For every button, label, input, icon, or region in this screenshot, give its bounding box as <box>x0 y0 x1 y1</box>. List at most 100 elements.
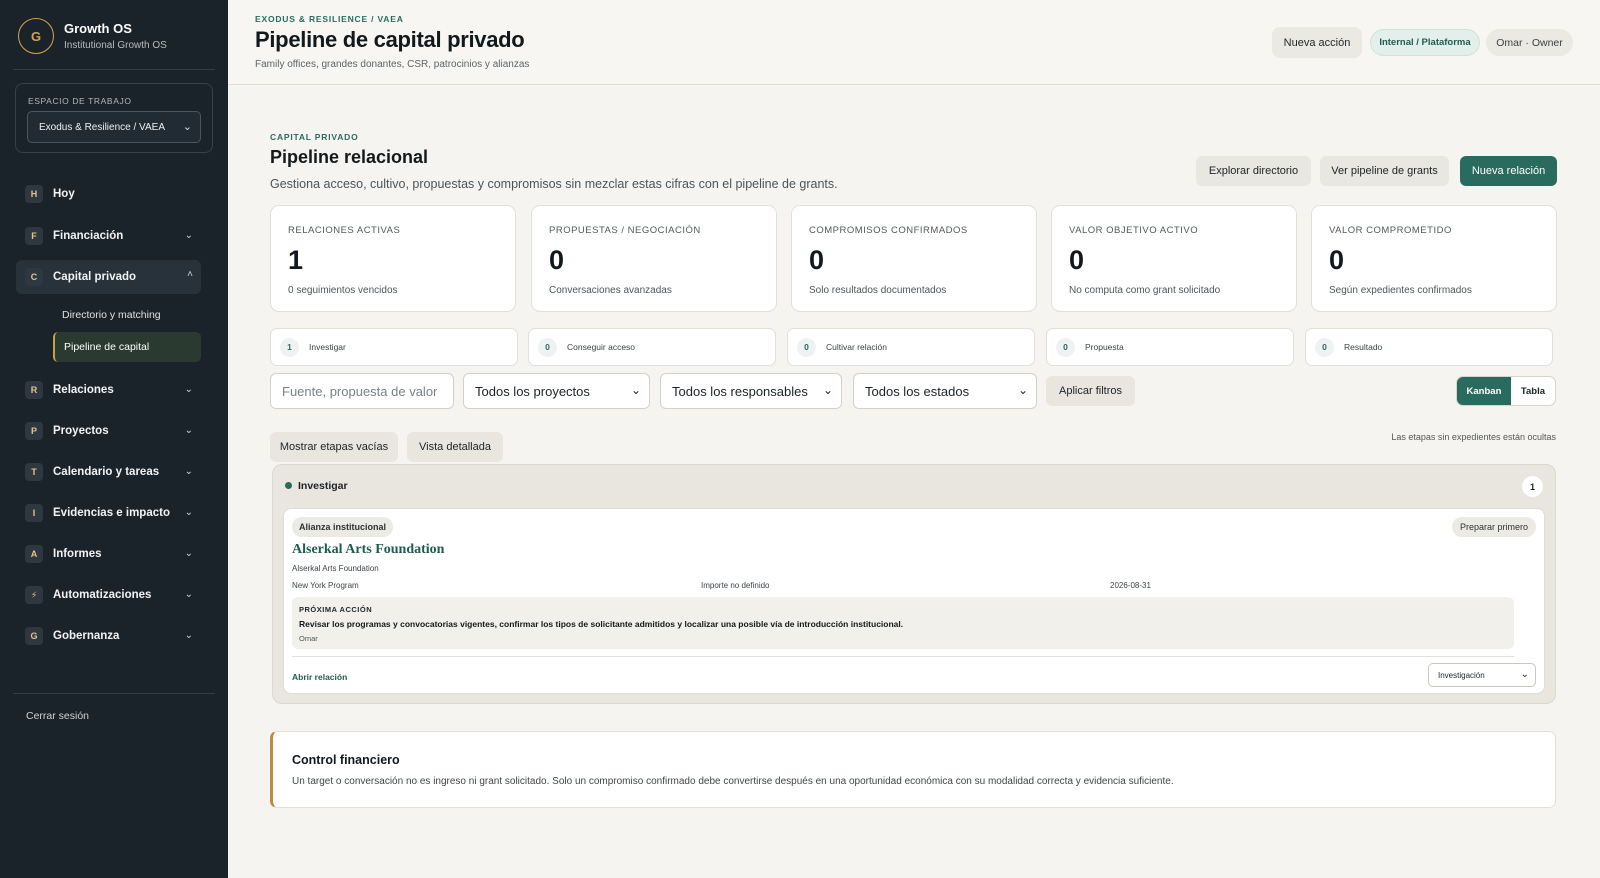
nav-item-automatizaciones[interactable]: ⚡ Automatizaciones ⌄ <box>16 578 201 612</box>
nav-badge-icon: F <box>25 227 43 245</box>
section-description: Gestiona acceso, cultivo, propuestas y c… <box>270 177 838 191</box>
relation-type-badge: Alianza institucional <box>292 517 394 537</box>
brand-name: Growth OS <box>64 21 132 36</box>
nav-item-proyectos[interactable]: P Proyectos ⌄ <box>16 414 201 448</box>
stage-name: Investigar <box>309 342 346 352</box>
section-eyebrow: CAPITAL PRIVADO <box>270 132 359 142</box>
page-header: EXODUS & RESILIENCE / VAEA Pipeline de c… <box>228 0 1600 85</box>
subnav-pipeline-capital[interactable]: Pipeline de capital <box>53 332 201 362</box>
chevron-down-icon: ⌄ <box>184 589 193 600</box>
brand-subtitle: Institutional Growth OS <box>64 40 167 51</box>
chevron-down-icon: ⌄ <box>1520 669 1529 680</box>
stage-select-value: Investigación <box>1438 670 1485 680</box>
stage-chip-propuesta[interactable]: 0 Propuesta <box>1046 328 1294 366</box>
show-empty-stages-button[interactable]: Mostrar etapas vacías <box>270 432 398 462</box>
search-input[interactable]: Fuente, propuesta de valor <box>270 373 454 409</box>
kpi-card: COMPROMISOS CONFIRMADOS 0 Solo resultado… <box>791 205 1037 312</box>
column-count-badge: 1 <box>1522 476 1543 497</box>
subnav-directorio[interactable]: Directorio y matching <box>53 300 201 330</box>
page-subtitle: Family offices, grandes donantes, CSR, p… <box>255 59 530 70</box>
nav-badge-icon: T <box>25 463 43 481</box>
chevron-up-icon: ˄ <box>187 269 193 280</box>
kpi-card: VALOR COMPROMETIDO 0 Según expedientes c… <box>1311 205 1557 312</box>
sidebar-divider <box>13 693 215 694</box>
column-title: Investigar <box>298 480 348 492</box>
nav-label: Financiación <box>53 230 124 242</box>
brand-logo: G <box>18 18 54 54</box>
kpi-value: 0 <box>809 245 825 275</box>
stage-chip-investigar[interactable]: 1 Investigar <box>270 328 518 366</box>
states-select[interactable]: Todos los estados ⌄ <box>853 373 1037 409</box>
user-menu[interactable]: Omar · Owner <box>1486 29 1573 56</box>
detailed-view-button[interactable]: Vista detallada <box>407 432 503 462</box>
chevron-down-icon: ⌄ <box>184 466 193 477</box>
lightning-icon: ⚡ <box>25 586 43 604</box>
nav-item-relaciones[interactable]: R Relaciones ⌄ <box>16 373 201 407</box>
next-action-label: PRÓXIMA ACCIÓN <box>299 605 373 614</box>
relation-title[interactable]: Alserkal Arts Foundation <box>292 542 444 558</box>
chevron-down-icon: ⌄ <box>184 425 193 436</box>
chevron-down-icon: ⌄ <box>630 383 641 397</box>
nav-label: Gobernanza <box>53 630 120 642</box>
grants-pipeline-button[interactable]: Ver pipeline de grants <box>1320 156 1449 186</box>
kpi-value: 0 <box>1069 245 1085 275</box>
workspace-select[interactable]: Exodus & Resilience / VAEA ⌄ <box>27 111 201 143</box>
chevron-down-icon: ⌄ <box>184 507 193 518</box>
kpi-label: VALOR COMPROMETIDO <box>1329 225 1452 236</box>
notice-text: Un target o conversación no es ingreso n… <box>292 776 1174 787</box>
kpi-note: Solo resultados documentados <box>809 285 947 296</box>
nav-item-gobernanza[interactable]: G Gobernanza ⌄ <box>16 619 201 653</box>
relation-program: New York Program <box>292 581 359 590</box>
scope-badge[interactable]: Internal / Plataforma <box>1370 29 1480 56</box>
notice-title: Control financiero <box>292 753 400 767</box>
new-action-button[interactable]: Nueva acción <box>1272 27 1362 58</box>
relation-card[interactable]: Alianza institucional Preparar primero A… <box>283 508 1545 694</box>
stage-count: 0 <box>1056 337 1075 357</box>
kpi-value: 0 <box>1329 245 1345 275</box>
stage-name: Propuesta <box>1085 342 1124 352</box>
nav-item-hoy[interactable]: H Hoy <box>16 177 201 211</box>
kpi-note: No computa como grant solicitado <box>1069 285 1221 296</box>
next-action-owner: Omar <box>299 634 318 643</box>
kanban-toggle[interactable]: Kanban <box>1457 377 1511 405</box>
projects-select[interactable]: Todos los proyectos ⌄ <box>463 373 650 409</box>
explore-directory-button[interactable]: Explorar directorio <box>1196 156 1311 186</box>
owners-select[interactable]: Todos los responsables ⌄ <box>660 373 842 409</box>
section-title: Pipeline relacional <box>270 147 429 167</box>
stage-chip-resultado[interactable]: 0 Resultado <box>1305 328 1553 366</box>
nav-item-informes[interactable]: A Informes ⌄ <box>16 537 201 571</box>
page-title: Pipeline de capital privado <box>255 27 525 52</box>
apply-filters-button[interactable]: Aplicar filtros <box>1046 376 1135 406</box>
card-divider <box>292 656 1514 657</box>
nav-item-evidencias[interactable]: I Evidencias e impacto ⌄ <box>16 496 201 530</box>
chevron-down-icon: ⌄ <box>184 630 193 641</box>
projects-select-value: Todos los proyectos <box>475 383 590 399</box>
states-select-value: Todos los estados <box>865 383 970 399</box>
sidebar-divider <box>13 69 215 70</box>
brand[interactable]: G Growth OS Institutional Growth OS <box>18 18 167 54</box>
nav-badge-icon: A <box>25 545 43 563</box>
nav-badge-icon: G <box>25 627 43 645</box>
main-content: CAPITAL PRIVADO Pipeline relacional Gest… <box>228 85 1600 878</box>
view-toggle: Kanban Tabla <box>1456 376 1556 406</box>
logout-link[interactable]: Cerrar sesión <box>26 710 89 722</box>
stage-chip-acceso[interactable]: 0 Conseguir acceso <box>528 328 776 366</box>
nav-badge-icon: P <box>25 422 43 440</box>
nav-item-capital-privado[interactable]: C Capital privado ˄ <box>16 260 201 294</box>
nav-label: Proyectos <box>53 425 109 437</box>
chevron-down-icon: ⌄ <box>822 383 833 397</box>
stage-chip-cultivar[interactable]: 0 Cultivar relación <box>787 328 1035 366</box>
open-relation-link[interactable]: Abrir relación <box>292 672 347 682</box>
kanban-column-investigar: Investigar 1 Alianza institucional Prepa… <box>272 464 1556 704</box>
nav-item-calendario[interactable]: T Calendario y tareas ⌄ <box>16 455 201 489</box>
hidden-stages-hint: Las etapas sin expedientes están ocultas <box>1391 432 1556 442</box>
stage-select[interactable]: Investigación ⌄ <box>1428 663 1536 687</box>
new-relation-button[interactable]: Nueva relación <box>1460 156 1557 186</box>
nav-item-financiacion[interactable]: F Financiación ⌄ <box>16 219 201 253</box>
priority-badge: Preparar primero <box>1451 517 1536 537</box>
nav-label: Evidencias e impacto <box>53 507 170 519</box>
nav-badge-icon: R <box>25 381 43 399</box>
table-toggle[interactable]: Tabla <box>1511 377 1555 405</box>
nav-badge-icon: C <box>25 268 43 286</box>
chevron-down-icon: ⌄ <box>184 230 193 241</box>
